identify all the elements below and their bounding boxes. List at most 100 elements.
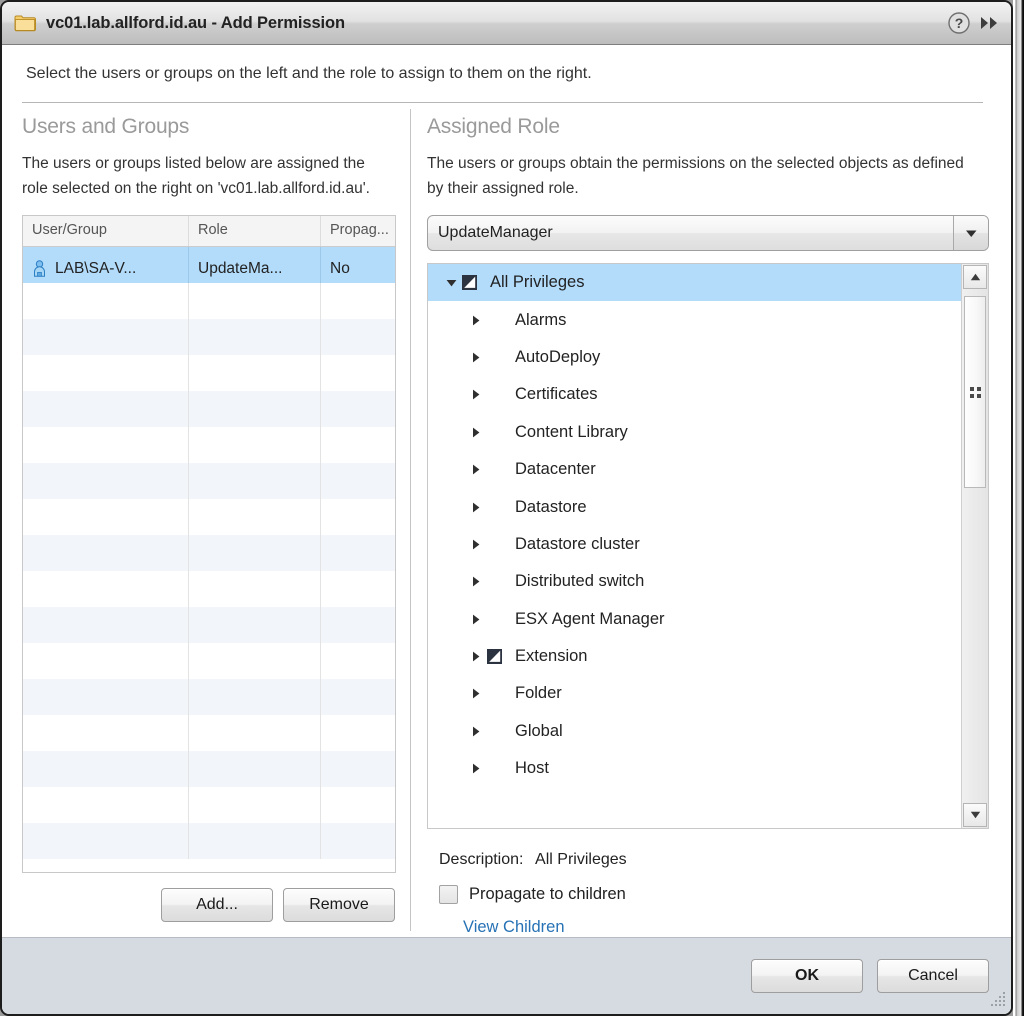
tree-item[interactable]: Datastore cluster xyxy=(428,526,961,563)
privileges-tree[interactable]: All Privileges Alarms AutoDeploy Certificat… xyxy=(428,264,961,828)
tree-twisty[interactable] xyxy=(465,427,487,438)
users-and-groups-pane: Users and Groups The users or groups lis… xyxy=(2,103,410,937)
assigned-role-heading: Assigned Role xyxy=(427,115,560,138)
folder-icon xyxy=(14,14,36,32)
add-button[interactable]: Add... xyxy=(161,888,273,922)
table-row-empty[interactable] xyxy=(23,283,395,319)
table-row-empty[interactable] xyxy=(23,643,395,679)
table-row-empty[interactable] xyxy=(23,571,395,607)
help-icon[interactable]: ? xyxy=(947,11,971,35)
table-row-empty[interactable] xyxy=(23,463,395,499)
tree-item[interactable]: Certificates xyxy=(428,376,961,413)
chevron-right-icon xyxy=(473,576,480,587)
tree-item[interactable]: Alarms xyxy=(428,301,961,338)
cell-propagate xyxy=(321,571,395,607)
tree-checkbox[interactable] xyxy=(462,275,486,291)
remove-button[interactable]: Remove xyxy=(283,888,395,922)
role-dropdown[interactable]: UpdateManager xyxy=(427,215,989,251)
cell-user-group xyxy=(23,679,189,715)
users-table[interactable]: User/Group Role Propag... LAB\SA-V... Upd… xyxy=(22,215,396,873)
scroll-up-icon[interactable] xyxy=(963,265,987,289)
resize-grip-icon[interactable] xyxy=(991,990,1007,1011)
cell-role xyxy=(189,571,321,607)
cell-propagate xyxy=(321,535,395,571)
cell-role xyxy=(189,427,321,463)
column-header-user-group[interactable]: User/Group xyxy=(23,216,189,246)
tree-twisty[interactable] xyxy=(465,651,487,662)
privileges-tree-scrollbar[interactable] xyxy=(961,264,988,828)
propagate-checkbox[interactable] xyxy=(439,885,458,904)
tree-item[interactable]: Content Library xyxy=(428,414,961,451)
cell-user-group: LAB\SA-V... xyxy=(23,247,189,283)
tree-item-label: Datastore xyxy=(515,497,587,516)
table-row-empty[interactable] xyxy=(23,355,395,391)
tree-item[interactable]: Host xyxy=(428,750,961,787)
double-chevron-right-icon[interactable] xyxy=(971,13,1001,33)
table-row-empty[interactable] xyxy=(23,679,395,715)
tree-item-label: Alarms xyxy=(515,310,567,329)
table-row[interactable]: LAB\SA-V... UpdateMa... No xyxy=(23,247,395,283)
column-header-propagate[interactable]: Propag... xyxy=(321,216,395,246)
role-dropdown-value: UpdateManager xyxy=(438,224,553,241)
table-row-empty[interactable] xyxy=(23,823,395,859)
view-children-link[interactable]: View Children xyxy=(463,918,565,936)
cell-role xyxy=(189,319,321,355)
description-label: Description: xyxy=(439,851,524,868)
tree-twisty[interactable] xyxy=(465,688,487,699)
tree-item-label: All Privileges xyxy=(490,273,585,292)
tree-item[interactable]: Datacenter xyxy=(428,451,961,488)
tree-checkbox[interactable] xyxy=(487,649,511,665)
users-table-actions: Add... Remove xyxy=(22,873,396,937)
tree-item[interactable]: Folder xyxy=(428,675,961,712)
cancel-button[interactable]: Cancel xyxy=(877,959,989,993)
cell-propagate xyxy=(321,679,395,715)
cell-propagate xyxy=(321,751,395,787)
chevron-right-icon xyxy=(473,427,480,438)
tree-item[interactable]: Global xyxy=(428,713,961,750)
tree-twisty[interactable] xyxy=(465,726,487,737)
table-row-empty[interactable] xyxy=(23,787,395,823)
dialog-footer: OK Cancel xyxy=(2,937,1011,1014)
column-header-role[interactable]: Role xyxy=(189,216,321,246)
table-row-empty[interactable] xyxy=(23,319,395,355)
tree-item[interactable]: ESX Agent Manager xyxy=(428,601,961,638)
tree-twisty[interactable] xyxy=(440,279,462,287)
cell-role xyxy=(189,499,321,535)
tree-twisty[interactable] xyxy=(465,389,487,400)
add-permission-dialog: vc01.lab.allford.id.au - Add Permission … xyxy=(0,0,1013,1016)
chevron-right-icon xyxy=(473,502,480,512)
propagate-to-children-row[interactable]: Propagate to children xyxy=(427,869,989,904)
window-title: vc01.lab.allford.id.au - Add Permission xyxy=(46,13,345,32)
table-row-empty[interactable] xyxy=(23,499,395,535)
desktop-background-edge xyxy=(1013,0,1024,1016)
tree-twisty[interactable] xyxy=(465,614,487,625)
cell-user-group xyxy=(23,607,189,643)
tree-item-label: Content Library xyxy=(515,422,628,441)
title-bar[interactable]: vc01.lab.allford.id.au - Add Permission … xyxy=(2,2,1011,45)
tree-item[interactable]: Datastore xyxy=(428,488,961,525)
tree-twisty[interactable] xyxy=(465,576,487,587)
cell-role xyxy=(189,283,321,319)
tree-twisty[interactable] xyxy=(465,539,487,550)
chevron-down-icon[interactable] xyxy=(953,216,988,250)
table-row-empty[interactable] xyxy=(23,535,395,571)
tree-twisty[interactable] xyxy=(465,464,487,475)
table-row-empty[interactable] xyxy=(23,751,395,787)
table-row-empty[interactable] xyxy=(23,607,395,643)
table-row-empty[interactable] xyxy=(23,715,395,751)
tree-twisty[interactable] xyxy=(465,763,487,774)
tree-item[interactable]: Distributed switch xyxy=(428,563,961,600)
tree-item[interactable]: Extension xyxy=(428,638,961,675)
ok-button[interactable]: OK xyxy=(751,959,863,993)
cell-user-group xyxy=(23,463,189,499)
scroll-down-icon[interactable] xyxy=(963,803,987,827)
tree-twisty[interactable] xyxy=(465,315,487,326)
tree-twisty[interactable] xyxy=(465,502,487,513)
cell-propagate xyxy=(321,607,395,643)
table-row-empty[interactable] xyxy=(23,391,395,427)
table-row-empty[interactable] xyxy=(23,427,395,463)
tree-item[interactable]: All Privileges xyxy=(428,264,961,302)
scrollbar-thumb[interactable] xyxy=(964,296,986,488)
tree-item[interactable]: AutoDeploy xyxy=(428,339,961,376)
tree-twisty[interactable] xyxy=(465,352,487,363)
